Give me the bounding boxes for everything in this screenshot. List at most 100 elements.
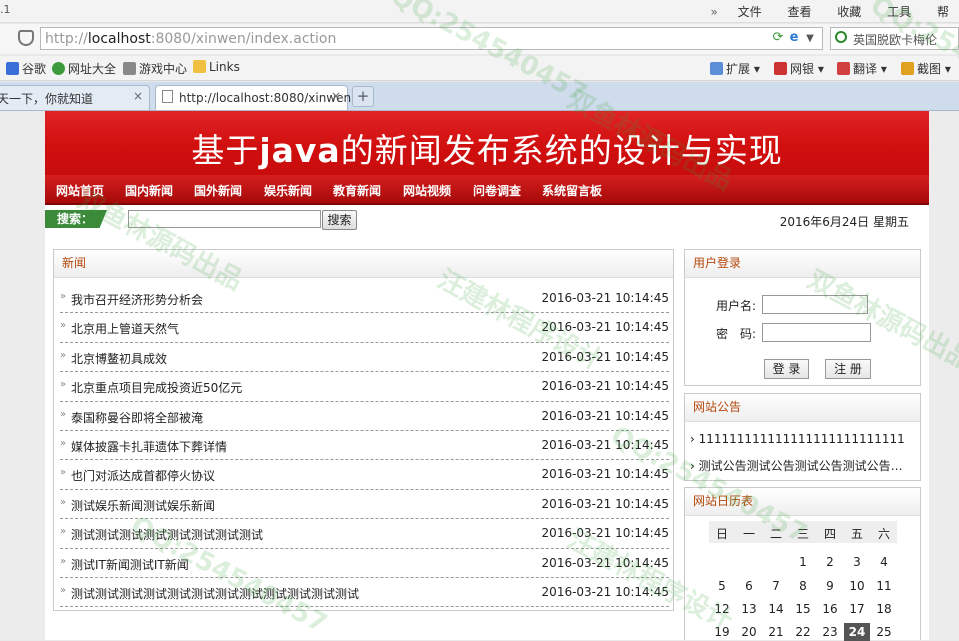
calendar-day[interactable]: 1: [790, 555, 816, 569]
bookmark-url-directory[interactable]: 网址大全: [52, 60, 116, 77]
bullet-icon: »: [60, 320, 67, 332]
tab-title: 天一下，你就知道: [0, 92, 94, 106]
calendar-day[interactable]: 23: [817, 625, 843, 639]
calendar-day-today[interactable]: 24: [844, 623, 870, 641]
calendar-day[interactable]: 12: [709, 602, 735, 616]
calendar-day[interactable]: 10: [844, 579, 870, 593]
tab-localhost[interactable]: http://localhost:8080/xinwen ×: [155, 85, 351, 110]
nav-video[interactable]: 网站视频: [403, 182, 451, 199]
list-item: » 泰国称曼谷即将全部被淹 2016-03-21 10:14:45: [60, 402, 669, 431]
nav-foreign-news[interactable]: 国外新闻: [194, 182, 242, 199]
bullet-icon: »: [60, 349, 67, 361]
calendar-day[interactable]: 11: [871, 579, 897, 593]
browser-menu-bar: .1 » 文件 查看 收藏 工具 帮: [0, 0, 959, 23]
notice-item[interactable]: › 111111111111111111111111111: [690, 432, 910, 446]
calendar-day[interactable]: 5: [709, 579, 735, 593]
nav-survey[interactable]: 问卷调查: [473, 182, 521, 199]
username-field[interactable]: [762, 295, 868, 314]
menu-file[interactable]: 文件: [738, 5, 762, 19]
login-button[interactable]: 登 录: [764, 359, 809, 379]
calendar-day[interactable]: 9: [817, 579, 843, 593]
calendar-day[interactable]: 18: [871, 602, 897, 616]
bullet-icon: »: [60, 555, 67, 567]
toolbar-extensions[interactable]: 扩展 ▾: [710, 60, 760, 77]
news-title-link[interactable]: 北京重点项目完成投资近50亿元: [71, 379, 242, 396]
new-tab-button[interactable]: +: [352, 86, 374, 107]
calendar-day[interactable]: 8: [790, 579, 816, 593]
bullet-icon: ›: [690, 432, 699, 446]
menu-help[interactable]: 帮: [937, 5, 949, 19]
site-search-input[interactable]: [128, 210, 321, 228]
menu-overflow-chevron[interactable]: »: [710, 5, 717, 19]
calendar-day[interactable]: 22: [790, 625, 816, 639]
netbank-icon: [774, 62, 787, 75]
register-button[interactable]: 注 册: [825, 359, 871, 379]
notice-item[interactable]: › 测试公告测试公告测试公告测试公告…: [690, 457, 910, 474]
nav-domestic-news[interactable]: 国内新闻: [125, 182, 173, 199]
news-title-link[interactable]: 北京博鳌初具成效: [71, 350, 167, 367]
password-field[interactable]: [762, 323, 871, 342]
news-title-link[interactable]: 北京用上管道天然气: [71, 320, 179, 337]
news-title-link[interactable]: 也门对派达成首都停火协议: [71, 467, 215, 484]
calendar-day[interactable]: 2: [817, 555, 843, 569]
search-engine-icon[interactable]: [835, 31, 847, 43]
refresh-icon[interactable]: ⟳: [770, 30, 786, 45]
calendar-day[interactable]: 19: [709, 625, 735, 639]
compat-mode-icon[interactable]: e: [786, 30, 802, 45]
menu-view[interactable]: 查看: [787, 5, 811, 19]
calendar-day[interactable]: 4: [871, 555, 897, 569]
news-title-link[interactable]: 测试测试测试测试测试测试测试测试: [71, 526, 263, 543]
news-title-link[interactable]: 测试娱乐新闻测试娱乐新闻: [71, 497, 215, 514]
bookmark-google[interactable]: 谷歌: [6, 60, 46, 77]
news-title-link[interactable]: 测试测试测试测试测试测试测试测试测试测试测试测试: [71, 585, 359, 602]
nav-education-news[interactable]: 教育新闻: [333, 182, 381, 199]
menu-tools[interactable]: 工具: [887, 5, 911, 19]
bookmark-label: 游戏中心: [139, 62, 188, 76]
news-title-link[interactable]: 我市召开经济形势分析会: [71, 291, 203, 308]
news-list: » 我市召开经济形势分析会 2016-03-21 10:14:45 » 北京用上管道天…: [54, 284, 673, 608]
toolbar-screenshot[interactable]: 截图 ▾: [901, 60, 951, 77]
browser-search-box[interactable]: 英国脱欧卡梅伦: [830, 27, 959, 50]
calendar-day[interactable]: 14: [763, 602, 789, 616]
calendar-day[interactable]: 7: [763, 579, 789, 593]
calendar-day[interactable]: 13: [736, 602, 762, 616]
toolbar-label: 扩展: [726, 62, 751, 76]
calendar-day[interactable]: 17: [844, 602, 870, 616]
calendar-day[interactable]: 21: [763, 625, 789, 639]
bullet-icon: »: [60, 526, 67, 538]
toolbar-label: 翻译: [853, 62, 878, 76]
close-icon[interactable]: ×: [133, 89, 143, 103]
site-title-java: java: [259, 131, 341, 170]
nav-home[interactable]: 网站首页: [56, 182, 104, 199]
calendar-day[interactable]: 3: [844, 555, 870, 569]
address-bar[interactable]: http://localhost:8080/xinwen/index.actio…: [40, 27, 823, 50]
news-title-link[interactable]: 媒体披露卡扎菲遗体下葬详情: [71, 438, 227, 455]
nav-entertainment-news[interactable]: 娱乐新闻: [264, 182, 312, 199]
site-container: 基于java的新闻发布系统的设计与实现 网站首页 国内新闻 国外新闻 娱乐新闻 …: [45, 111, 929, 641]
calendar-day[interactable]: 20: [736, 625, 762, 639]
toolbar-translate[interactable]: 翻译 ▾: [837, 60, 887, 77]
url-text[interactable]: http://localhost:8080/xinwen/index.actio…: [45, 31, 336, 47]
menu-favorites[interactable]: 收藏: [837, 5, 861, 19]
list-item: » 媒体披露卡扎菲遗体下葬详情 2016-03-21 10:14:45: [60, 431, 669, 461]
calendar-day[interactable]: 6: [736, 579, 762, 593]
tab-baidu[interactable]: 天一下，你就知道 ×: [0, 85, 150, 110]
security-shield-icon[interactable]: [18, 30, 34, 46]
calendar-day[interactable]: 25: [871, 625, 897, 639]
calendar-day[interactable]: 16: [817, 602, 843, 616]
news-date: 2016-03-21 10:14:45: [541, 320, 669, 335]
nav-message-board[interactable]: 系统留言板: [542, 182, 602, 199]
news-title-link[interactable]: 泰国称曼谷即将全部被淹: [71, 409, 203, 426]
news-title-link[interactable]: 测试IT新闻测试IT新闻: [71, 556, 189, 573]
toolbar-netbank[interactable]: 网银 ▾: [774, 60, 824, 77]
address-dropdown-icon[interactable]: ▼: [802, 33, 818, 44]
url-host: localhost: [87, 31, 151, 47]
close-icon[interactable]: ×: [331, 89, 341, 103]
calendar-day[interactable]: 15: [790, 602, 816, 616]
calendar-weekday: 二: [769, 527, 782, 541]
bookmark-game-center[interactable]: 游戏中心: [123, 60, 187, 77]
search-button[interactable]: 搜索: [322, 210, 357, 230]
site-banner: 基于java的新闻发布系统的设计与实现: [45, 111, 929, 175]
folder-icon: [193, 60, 206, 73]
bookmark-links[interactable]: Links: [193, 60, 240, 74]
